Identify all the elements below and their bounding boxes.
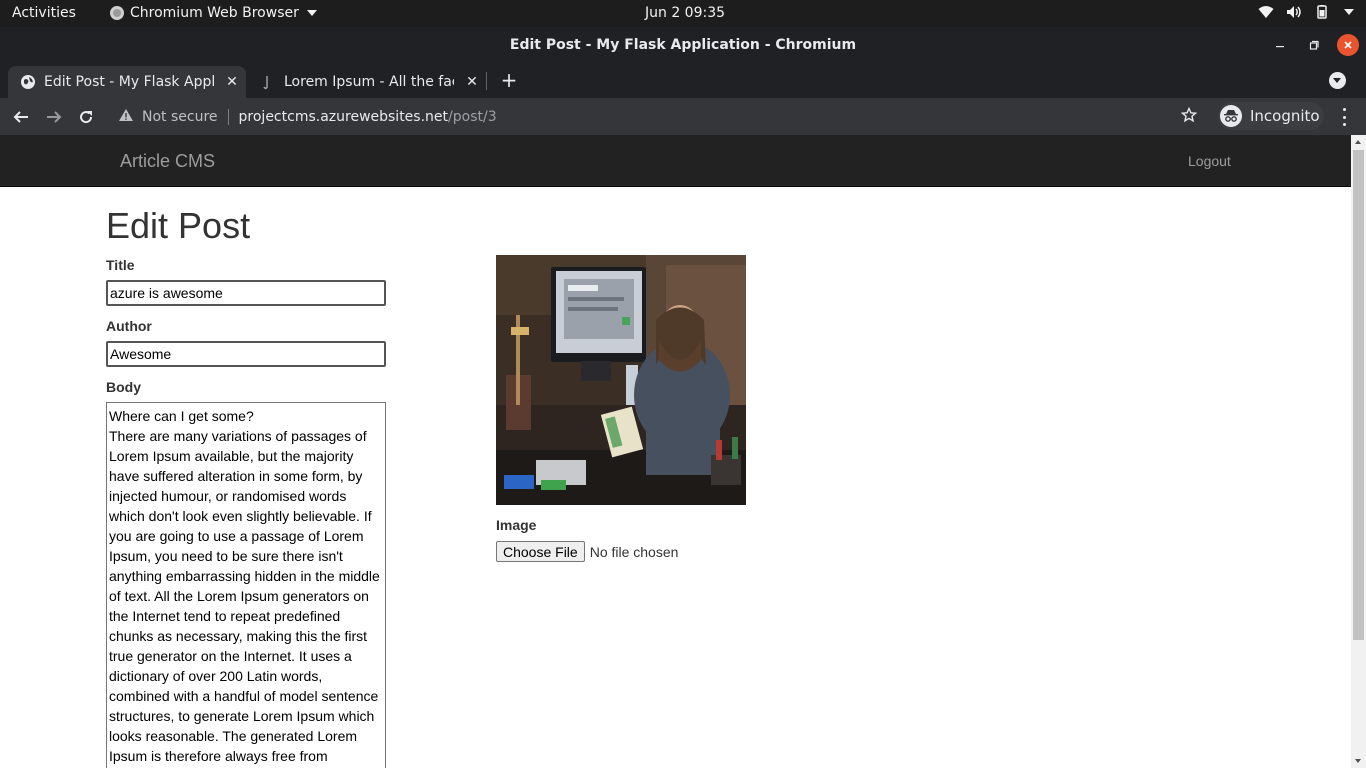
app-name: Chromium Web Browser: [130, 5, 299, 21]
author-label: Author: [106, 318, 152, 334]
page-scrollbar[interactable]: [1351, 135, 1366, 768]
incognito-indicator[interactable]: Incognito: [1218, 102, 1324, 130]
system-tray[interactable]: [1258, 5, 1354, 19]
restore-icon: [1309, 40, 1319, 50]
security-status[interactable]: Not secure: [142, 109, 218, 125]
tab-divider: [486, 72, 487, 90]
scroll-down-icon[interactable]: [1355, 759, 1361, 763]
incognito-icon: [1220, 105, 1242, 127]
minimize-icon: [1276, 46, 1284, 48]
maximize-button[interactable]: [1303, 34, 1325, 56]
battery-icon: [1314, 5, 1330, 19]
site-navbar: Article CMS Logout: [0, 135, 1351, 187]
close-tab-icon[interactable]: ✕: [224, 74, 240, 90]
incognito-label: Incognito: [1250, 107, 1320, 125]
chevron-down-icon: [306, 10, 317, 16]
url-host: projectcms.azurewebsites.net: [238, 108, 449, 125]
forward-button[interactable]: [43, 106, 65, 128]
image-label: Image: [496, 517, 537, 533]
window-titlebar: Edit Post - My Flask Application - Chrom…: [0, 27, 1366, 63]
page-title: Edit Post: [106, 205, 251, 246]
chevron-down-icon: [1344, 9, 1354, 15]
url-path: /post/3: [448, 108, 497, 125]
tab-lorem-ipsum[interactable]: Lorem Ipsum - All the fact ✕: [248, 66, 486, 98]
clock[interactable]: Jun 2 09:35: [645, 5, 725, 21]
file-status: No file chosen: [589, 543, 679, 560]
tab-label: Lorem Ipsum - All the fact: [284, 74, 454, 90]
arrow-left-icon: [13, 111, 28, 123]
close-tab-icon[interactable]: ✕: [464, 74, 480, 90]
scroll-up-icon[interactable]: [1355, 140, 1361, 144]
tab-label: Edit Post - My Flask Applic: [44, 74, 214, 90]
logout-link[interactable]: Logout: [1188, 153, 1231, 169]
browser-toolbar: Not secure projectcms.azurewebsites.net /…: [0, 98, 1366, 135]
title-input[interactable]: azure is awesome: [106, 280, 386, 306]
body-textarea[interactable]: Where can I get some? There are many var…: [106, 402, 386, 768]
tab-search-icon[interactable]: [1329, 72, 1346, 89]
lorem-favicon-icon: [260, 74, 276, 90]
minimize-button[interactable]: [1269, 34, 1291, 56]
volume-icon: [1286, 5, 1302, 19]
address-bar[interactable]: Not secure projectcms.azurewebsites.net /…: [108, 102, 1208, 131]
site-brand-link[interactable]: Article CMS: [120, 151, 215, 172]
title-label: Title: [106, 257, 135, 273]
image-file-input: Choose File No file chosen: [496, 541, 678, 562]
author-input[interactable]: Awesome: [106, 341, 386, 367]
choose-file-button[interactable]: Choose File: [496, 541, 585, 562]
arrow-right-icon: [47, 111, 62, 123]
body-label: Body: [106, 379, 141, 395]
window-title: Edit Post - My Flask Application - Chrom…: [509, 37, 857, 53]
post-image: [496, 255, 746, 505]
omnibox-divider: [227, 108, 229, 125]
bookmark-star-icon[interactable]: [1180, 106, 1198, 127]
browser-menu-icon[interactable]: [1336, 108, 1352, 126]
warning-icon[interactable]: [118, 108, 134, 126]
close-icon: [1344, 41, 1352, 49]
tab-strip: Edit Post - My Flask Applic ✕ Lorem Ipsu…: [0, 63, 1366, 98]
activities-button[interactable]: Activities: [12, 5, 76, 21]
os-top-bar: Activities Chromium Web Browser Jun 2 09…: [0, 0, 1366, 27]
scrollbar-thumb[interactable]: [1353, 150, 1364, 640]
back-button[interactable]: [10, 106, 32, 128]
close-window-button[interactable]: [1337, 34, 1359, 56]
reload-button[interactable]: [75, 106, 97, 128]
globe-icon: [20, 74, 36, 90]
wifi-icon: [1258, 5, 1274, 19]
app-menu[interactable]: Chromium Web Browser: [110, 5, 317, 21]
page-viewport: Article CMS Logout Edit Post Title azure…: [0, 135, 1351, 768]
chromium-icon: [110, 6, 124, 20]
new-tab-button[interactable]: +: [498, 70, 520, 92]
tab-edit-post[interactable]: Edit Post - My Flask Applic ✕: [8, 66, 246, 98]
reload-icon: [80, 111, 93, 124]
